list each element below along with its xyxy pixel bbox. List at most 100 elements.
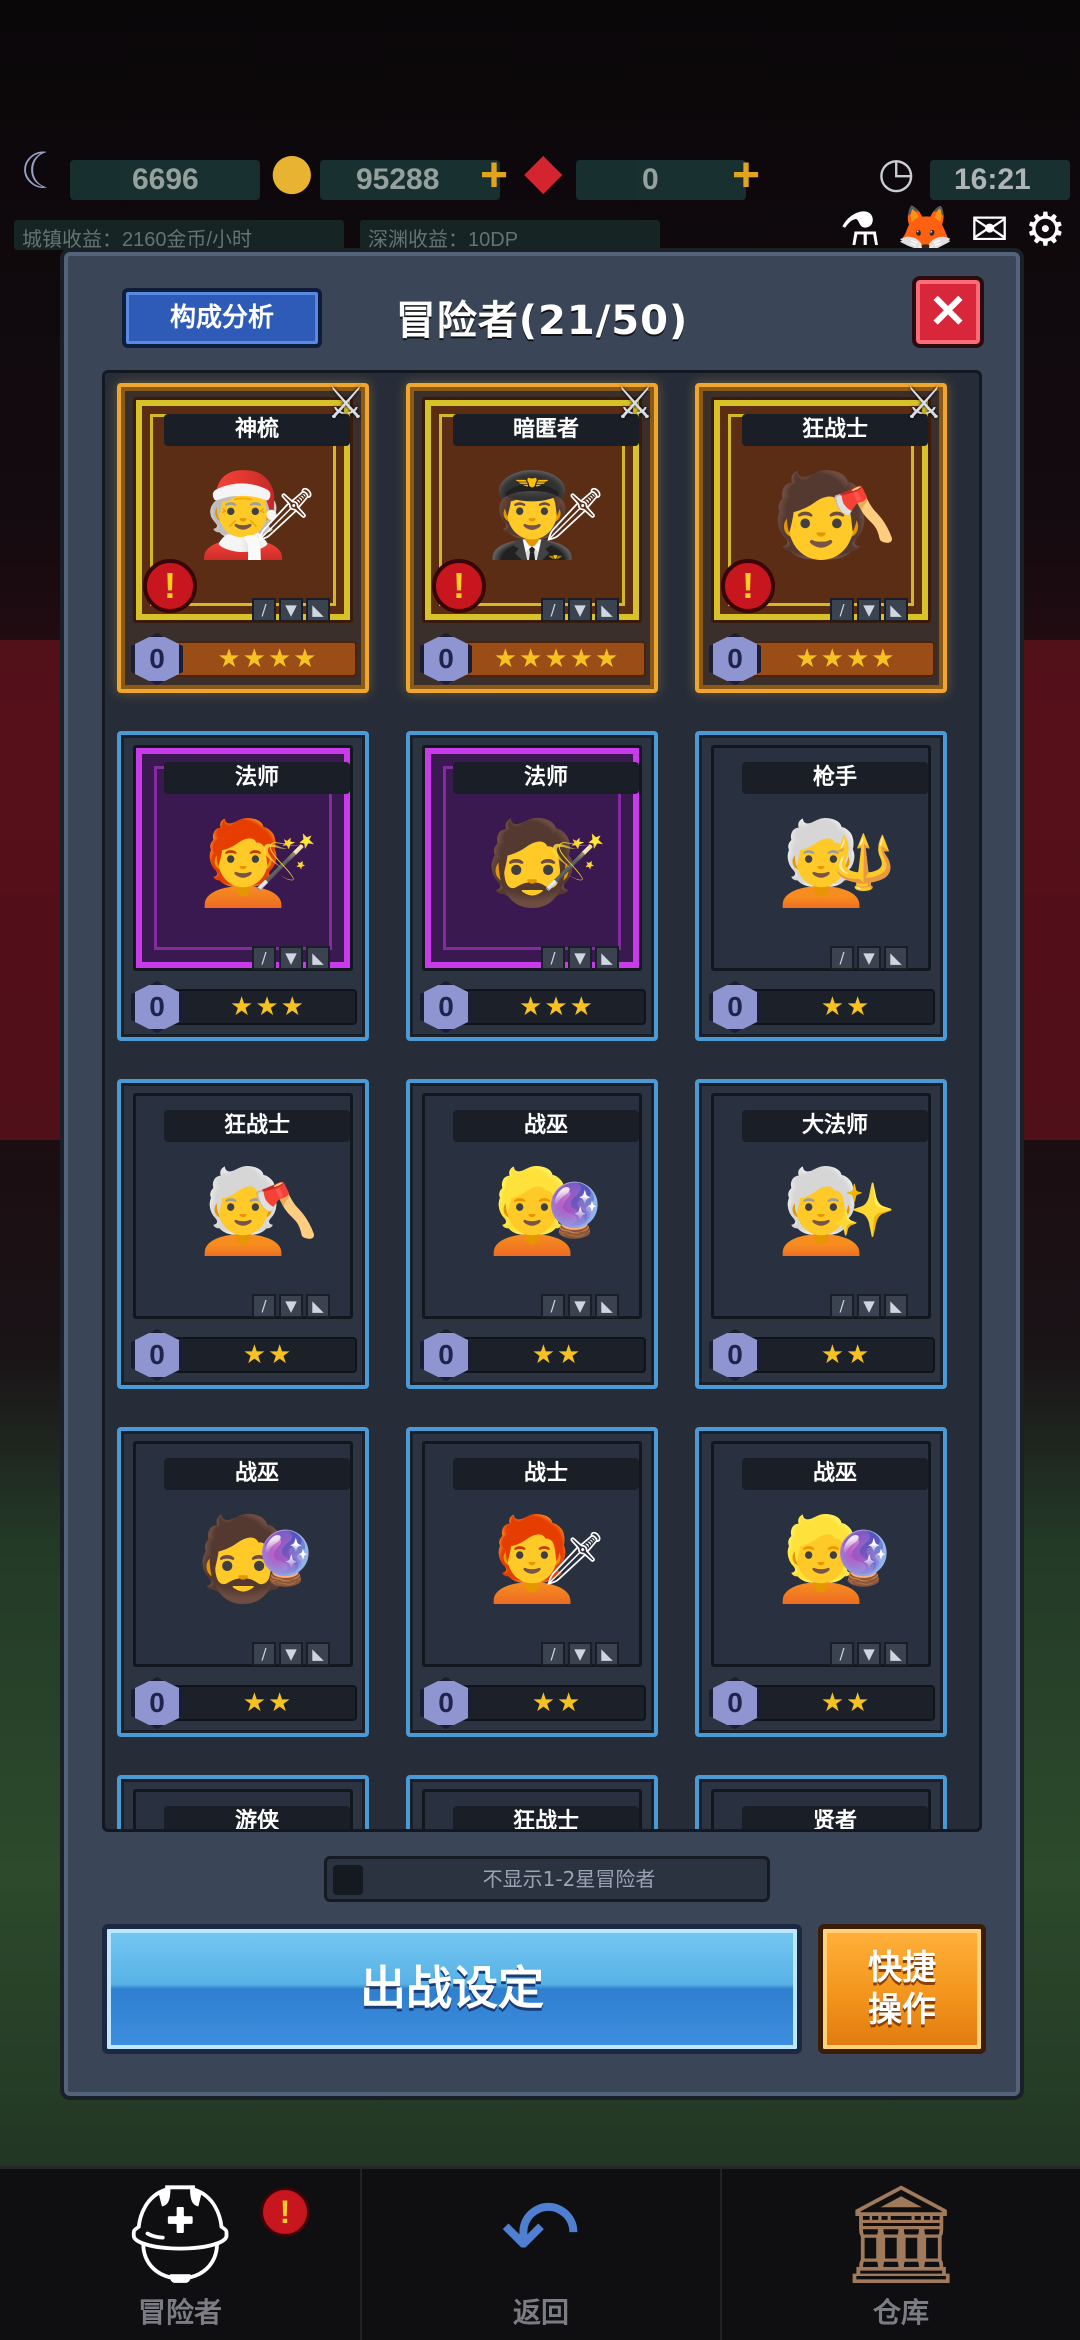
toggle-checkbox[interactable] [333, 1865, 363, 1895]
time-display: 16:21 [954, 163, 1031, 196]
abyss-income: 深渊收益：10DP [360, 220, 660, 251]
top-hud: ☾ 6696 ● 95288 + ◆ 0 + ◷ 16:21 城镇收益：2160… [0, 140, 1080, 260]
bottom-nav: ⛑ ! 冒险者 ↶ 返回 🏛 仓库 [0, 2166, 1080, 2340]
star-rating: ★★ [745, 1337, 935, 1373]
weapon-slot-icon: / [541, 1294, 565, 1318]
weapon-icon: 🪄 [253, 833, 318, 893]
adventurer-card[interactable]: 战巫 🧔 🔮 / ▼ ◣ 0 ★★ [117, 1427, 369, 1737]
adventurer-card[interactable]: 贤者 [695, 1775, 947, 1829]
weapon-icon: ✨ [831, 1181, 896, 1241]
card-name: 战巫 [164, 1458, 350, 1490]
boots-slot-icon: ◣ [595, 1294, 619, 1318]
weapon-slot-icon: / [252, 598, 276, 622]
adventurer-card[interactable]: 大法师 🧑‍🦳 ✨ / ▼ ◣ 0 ★★ [695, 1079, 947, 1389]
adventurer-card[interactable]: 战士 🧑‍🦰 🗡 / ▼ ◣ 0 ★★ [406, 1427, 658, 1737]
weapon-icon: 🗡 [251, 485, 318, 545]
alert-icon: ! [260, 2187, 310, 2237]
adventurer-card[interactable]: 枪手 🧑‍🦳 🔱 / ▼ ◣ 0 ★★ [695, 731, 947, 1041]
equipment-slots: / ▼ ◣ [541, 946, 619, 970]
adventurer-card[interactable]: 游侠 [117, 1775, 369, 1829]
rank-bar: 0 ★★ [420, 1677, 646, 1729]
portrait: 战士 🧑‍🦰 🗡 / ▼ ◣ [422, 1441, 642, 1667]
card-name: 枪手 [742, 762, 928, 794]
equipment-slots: / ▼ ◣ [541, 598, 619, 622]
portrait: 大法师 🧑‍🦳 ✨ / ▼ ◣ [711, 1093, 931, 1319]
weapon-slot-icon: / [252, 946, 276, 970]
boots-slot-icon: ◣ [595, 946, 619, 970]
hide-low-star-toggle[interactable]: 不显示1-2星冒险者 [324, 1856, 770, 1902]
equipment-slots: / ▼ ◣ [541, 1642, 619, 1666]
armor-slot-icon: ▼ [279, 1642, 303, 1666]
adventurer-card[interactable]: 狂战士 🧑 🪓 / ▼ ◣ ! ⚔ 0 ★★★★ [695, 378, 947, 693]
back-arrow-icon: ↶ [500, 2178, 582, 2290]
card-name: 战巫 [742, 1458, 928, 1490]
weapon-icon: 🪓 [253, 1181, 318, 1241]
boots-slot-icon: ◣ [595, 1642, 619, 1666]
gear-icon[interactable]: ⚙ [1025, 202, 1066, 257]
add-gem-button[interactable]: + [726, 152, 766, 200]
adventurer-panel: 构成分析 冒险者(21/50) ✕ 神梳 🧑‍🎄 🗡 / ▼ ◣ ! ⚔ 0 ★★★… [60, 248, 1024, 2100]
nav-adventurers[interactable]: ⛑ ! 冒险者 [0, 2169, 360, 2340]
card-name: 战巫 [453, 1110, 639, 1142]
armor-slot-icon: ▼ [568, 946, 592, 970]
gem-value: 0 [642, 163, 659, 196]
card-name: 法师 [164, 762, 350, 794]
adventurer-card[interactable]: 战巫 👱 🔮 / ▼ ◣ 0 ★★ [406, 1079, 658, 1389]
close-icon: ✕ [928, 285, 968, 337]
portrait: 游侠 [133, 1789, 353, 1829]
boots-slot-icon: ◣ [595, 598, 619, 622]
nav-back[interactable]: ↶ 返回 [360, 2169, 720, 2340]
alert-icon: ! [432, 559, 486, 613]
weapon-slot-icon: / [252, 1294, 276, 1318]
boots-slot-icon: ◣ [884, 1294, 908, 1318]
star-rating: ★★★★★ [456, 641, 646, 677]
weapon-slot-icon: / [830, 946, 854, 970]
weapon-icon: 🔮 [253, 1529, 318, 1589]
moon-value: 6696 [132, 163, 199, 196]
weapon-icon: 🗡 [540, 1529, 607, 1589]
add-gold-button[interactable]: + [474, 152, 514, 200]
equipment-slots: / ▼ ◣ [252, 1294, 330, 1318]
rank-bar: 0 ★★ [131, 1677, 357, 1729]
portrait: 枪手 🧑‍🦳 🔱 / ▼ ◣ [711, 745, 931, 971]
nav-adventurers-label: 冒险者 [137, 2296, 222, 2329]
armor-slot-icon: ▼ [279, 946, 303, 970]
gold-resource-bar: 95288 [320, 160, 500, 200]
knight-helmet-icon: ⛑ [119, 2178, 241, 2290]
star-rating: ★★ [745, 989, 935, 1025]
card-name: 游侠 [164, 1806, 350, 1829]
adventurer-card[interactable]: 暗匿者 🧑‍✈️ 🗡 / ▼ ◣ ! ⚔ 0 ★★★★★ [406, 378, 658, 693]
portrait: 战巫 👱 🔮 / ▼ ◣ [422, 1093, 642, 1319]
equipment-slots: / ▼ ◣ [252, 946, 330, 970]
adventurer-card[interactable]: 神梳 🧑‍🎄 🗡 / ▼ ◣ ! ⚔ 0 ★★★★ [117, 378, 369, 693]
nav-warehouse[interactable]: 🏛 仓库 [720, 2169, 1080, 2340]
star-rating: ★★★★ [745, 641, 935, 677]
adventurer-card[interactable]: 战巫 👱 🔮 / ▼ ◣ 0 ★★ [695, 1427, 947, 1737]
adventurer-card[interactable]: 法师 🧔 🪄 / ▼ ◣ 0 ★★★ [406, 731, 658, 1041]
portrait: 战巫 👱 🔮 / ▼ ◣ [711, 1441, 931, 1667]
rank-bar: 0 ★★★ [131, 981, 357, 1033]
weapon-icon: 🪄 [542, 833, 607, 893]
boots-slot-icon: ◣ [884, 946, 908, 970]
close-button[interactable]: ✕ [912, 276, 984, 348]
quick-action-button[interactable]: 快捷 操作 [818, 1924, 986, 2054]
armor-slot-icon: ▼ [568, 1294, 592, 1318]
adventurer-card[interactable]: 狂战士 🧑‍🦳 🪓 / ▼ ◣ 0 ★★ [117, 1079, 369, 1389]
crossed-swords-icon: ⚔ [904, 378, 944, 429]
adventurer-grid[interactable]: 神梳 🧑‍🎄 🗡 / ▼ ◣ ! ⚔ 0 ★★★★ 暗匿者 🧑‍✈️ 🗡 / ▼ ◣ [102, 370, 982, 1832]
gem-resource-bar: 0 [576, 160, 746, 200]
weapon-icon: 🔱 [831, 833, 896, 893]
star-rating: ★★ [745, 1685, 935, 1721]
rank-bar: 0 ★★ [709, 981, 935, 1033]
adventurer-card[interactable]: 狂战士 [406, 1775, 658, 1829]
crossed-swords-icon: ⚔ [615, 378, 655, 429]
rank-bar: 0 ★★ [709, 1677, 935, 1729]
gem-icon: ◆ [524, 142, 563, 200]
armor-slot-icon: ▼ [279, 598, 303, 622]
alert-icon: ! [143, 559, 197, 613]
battle-setup-button[interactable]: 出战设定 [102, 1924, 802, 2054]
clock-icon: ◷ [878, 148, 915, 197]
armor-slot-icon: ▼ [857, 1642, 881, 1666]
quick-action-label-2: 操作 [868, 1990, 936, 2030]
adventurer-card[interactable]: 法师 🧑‍🦰 🪄 / ▼ ◣ 0 ★★★ [117, 731, 369, 1041]
